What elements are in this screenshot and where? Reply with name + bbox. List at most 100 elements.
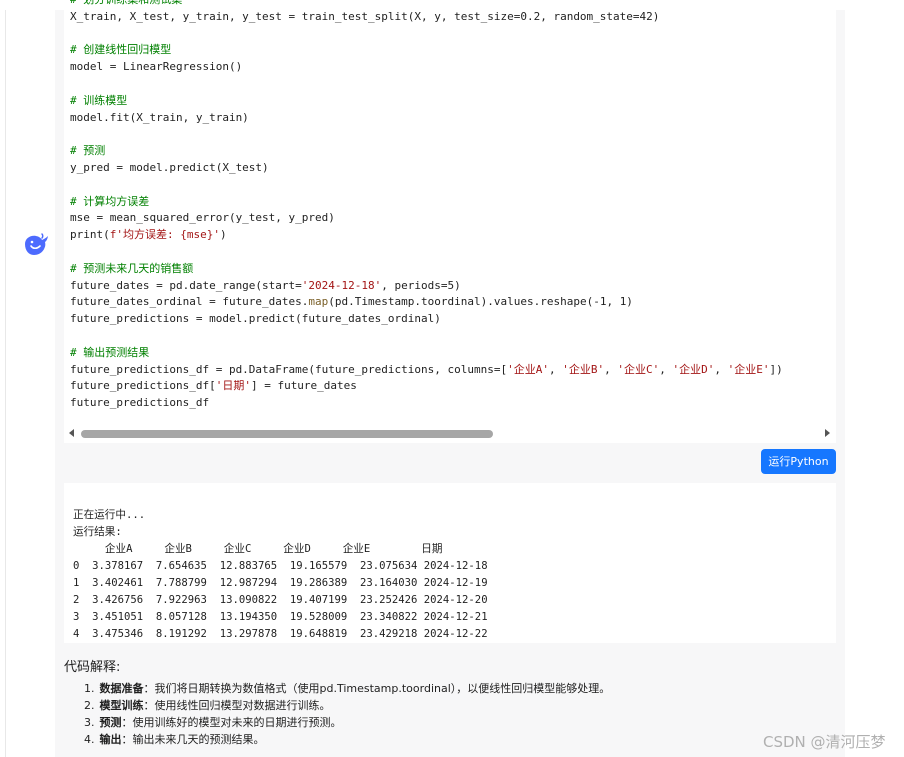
code-line: future_predictions_df['日期'] = future_dat… — [70, 378, 783, 395]
code-token: '企业B' — [562, 362, 605, 376]
code-line: # 计算均方误差 — [70, 194, 783, 211]
code-line: # 训练模型 — [70, 93, 783, 110]
result-table: 企业A 企业B 企业C 企业D 企业E 日期 0 3.378167 7.65463… — [73, 541, 488, 643]
output-block: 正在运行中... 运行结果: 企业A 企业B 企业C 企业D 企业E 日期 0 3… — [64, 483, 836, 643]
code-token: # 预测 — [70, 144, 106, 158]
code-token: future_predictions_df[ — [70, 379, 216, 393]
explanation-title: 代码解释: — [64, 660, 121, 675]
explanation-item: 2. 模型训练：使用线性回归模型对数据进行训练。 — [84, 697, 610, 714]
code-line: mse = mean_squared_error(y_test, y_pred) — [70, 210, 783, 227]
code-token: '企业A' — [507, 362, 549, 376]
explanation-item-number: 3. — [84, 716, 95, 729]
table-row: 2 3.426756 7.922963 13.090822 19.407199 … — [73, 594, 488, 606]
csdn-watermark: CSDN @清河压梦 — [763, 733, 886, 751]
output-content: 正在运行中... 运行结果: 企业A 企业B 企业C 企业D 企业E 日期 0 3… — [73, 490, 488, 643]
explanation-item-text: ：我们将日期转换为数值格式（使用pd.Timestamp.toordinal），… — [143, 682, 611, 695]
code-line: # 输出预测结果 — [70, 345, 783, 362]
explanation-item-text: ：使用训练好的模型对未来的日期进行预测。 — [121, 716, 342, 729]
code-token: ] = future_dates — [250, 379, 357, 393]
explanation-item-number: 1. — [84, 682, 95, 695]
scrollbar-thumb[interactable] — [81, 430, 493, 438]
code-token: # 创建线性回归模型 — [70, 43, 172, 57]
code-line: # 划分训练集和测试集 — [70, 0, 783, 9]
left-divider — [5, 10, 6, 757]
scroll-left-icon[interactable] — [69, 429, 74, 437]
code-token: ]) — [769, 362, 783, 376]
table-row: 1 3.402461 7.788799 12.987294 19.286389 … — [73, 577, 488, 589]
code-token: X_train, X_test, y_train, y_test = train… — [70, 9, 660, 23]
code-line: future_predictions_df = pd.DataFrame(fut… — [70, 362, 783, 379]
code-line: model.fit(X_train, y_train) — [70, 110, 783, 127]
code-token: , — [604, 362, 618, 376]
code-token: , periods=5) — [381, 278, 461, 292]
code-token: # 预测未来几天的销售额 — [70, 261, 194, 275]
deepseek-whale-icon — [25, 233, 48, 255]
code-token: future_predictions_df — [70, 396, 210, 410]
code-token: # 输出预测结果 — [70, 345, 150, 359]
code-token: future_dates_ordinal = future_dates. — [70, 295, 309, 309]
code-token: '企业D' — [672, 362, 715, 376]
code-token: '企业E' — [727, 362, 770, 376]
status-text: 正在运行中... — [73, 509, 146, 521]
explanation-item: 3. 预测：使用训练好的模型对未来的日期进行预测。 — [84, 714, 610, 731]
table-header-row: 企业A 企业B 企业C 企业D 企业E 日期 — [73, 543, 443, 555]
code-content: # 划分训练集和测试集 X_train, X_test, y_train, y_t… — [70, 0, 783, 412]
code-token: , — [659, 362, 673, 376]
explanation-item-term: 数据准备 — [99, 682, 144, 695]
code-block: # 划分训练集和测试集 X_train, X_test, y_train, y_t… — [64, 0, 836, 443]
code-token: y_pred = model.predict(X_test) — [70, 160, 269, 174]
explanation-item: 1. 数据准备：我们将日期转换为数值格式（使用pd.Timestamp.toor… — [84, 680, 610, 697]
code-line: future_predictions_df — [70, 395, 783, 412]
code-line: y_pred = model.predict(X_test) — [70, 160, 783, 177]
code-line: # 预测未来几天的销售额 — [70, 261, 783, 278]
table-row: 4 3.475346 8.191292 13.297878 19.648819 … — [73, 628, 488, 640]
code-token: # 划分训练集和测试集 — [70, 0, 182, 6]
code-line: # 创建线性回归模型 — [70, 42, 783, 59]
explanation-item-number: 4. — [84, 733, 95, 746]
code-token: (pd.Timestamp.toordinal).values.reshape(… — [328, 295, 633, 309]
explanation-item-term: 模型训练 — [99, 699, 144, 712]
table-row: 0 3.378167 7.654635 12.883765 19.165579 … — [73, 560, 488, 572]
code-token: ) — [219, 228, 227, 242]
code-line: print(f'均方误差: {mse}') — [70, 227, 783, 244]
explanation-item: 4. 输出：输出未来几天的预测结果。 — [84, 731, 610, 748]
explanation-item-text: ：使用线性回归模型对数据进行训练。 — [143, 699, 331, 712]
code-token: model = LinearRegression() — [70, 60, 243, 74]
code-token: future_predictions = model.predict(futur… — [70, 312, 441, 326]
code-line: future_dates_ordinal = future_dates.map(… — [70, 294, 783, 311]
explanation-item-term: 预测 — [99, 716, 122, 729]
code-line: future_dates = pd.date_range(start='2024… — [70, 278, 783, 295]
code-line: future_predictions = model.predict(futur… — [70, 311, 783, 328]
explanation-item-term: 输出 — [99, 733, 122, 746]
run-python-button[interactable]: 运行Python — [761, 449, 836, 474]
explanation-list: 1. 数据准备：我们将日期转换为数值格式（使用pd.Timestamp.toor… — [84, 680, 610, 748]
result-label: 运行结果: — [73, 526, 122, 538]
code-line: X_train, X_test, y_train, y_test = train… — [70, 9, 783, 26]
code-token: # 计算均方误差 — [70, 194, 150, 208]
code-token: '企业C' — [617, 362, 660, 376]
code-token: model.fit(X_train, y_train) — [70, 110, 249, 124]
code-token: '日期' — [215, 379, 251, 393]
code-token: future_predictions_df = pd.DataFrame(fut… — [70, 362, 508, 376]
code-token: print( — [70, 228, 110, 242]
code-line: # 预测 — [70, 143, 783, 160]
code-token: , — [548, 362, 563, 376]
explanation-item-text: ：输出未来几天的预测结果。 — [121, 733, 265, 746]
code-token: f'均方误差: {mse}' — [109, 228, 220, 242]
code-token: # 训练模型 — [70, 93, 128, 107]
code-token: map — [308, 295, 329, 309]
code-token: '2024-12-18' — [301, 278, 382, 292]
code-line: model = LinearRegression() — [70, 59, 783, 76]
scroll-right-icon[interactable] — [825, 429, 830, 437]
explanation-item-number: 2. — [84, 699, 95, 712]
code-token: , — [714, 362, 728, 376]
table-row: 3 3.451051 8.057128 13.194350 19.528009 … — [73, 611, 488, 623]
code-token: mse = mean_squared_error(y_test, y_pred) — [70, 211, 335, 225]
code-token: future_dates = pd.date_range(start= — [70, 278, 302, 292]
